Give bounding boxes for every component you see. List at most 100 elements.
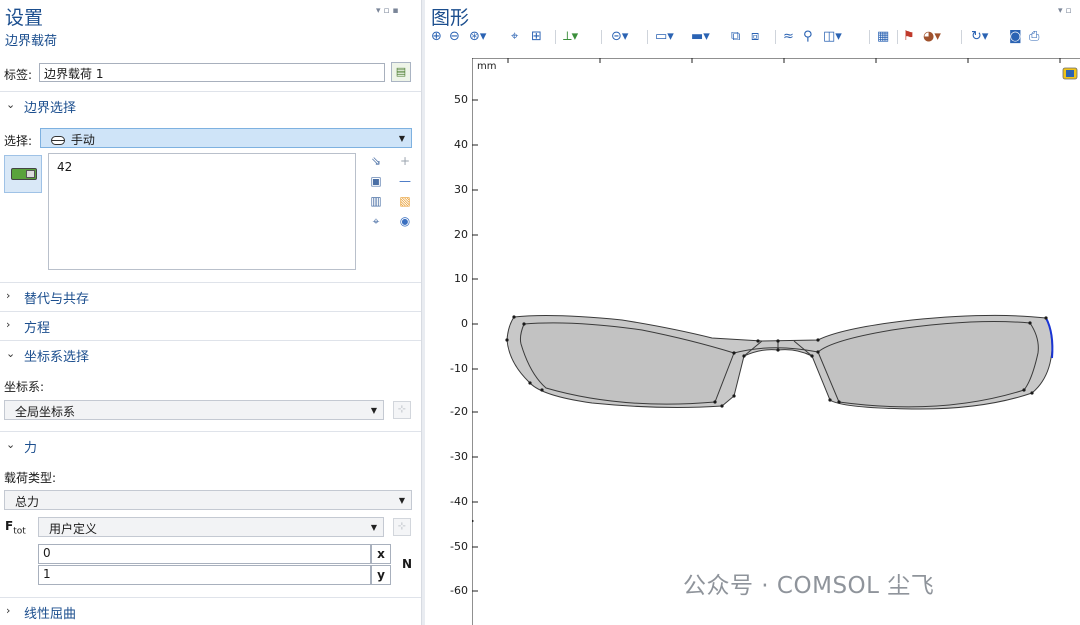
load-type-value: 总力 — [15, 495, 40, 509]
print-graphics-icon[interactable]: ⎙ — [1029, 27, 1039, 47]
axis-orientation-icon[interactable]: ⟂▾ — [563, 27, 578, 47]
print-icon[interactable]: ▬▾ — [691, 27, 710, 47]
select-box-icon[interactable]: ⧉ — [731, 27, 740, 47]
glasses-geometry — [505, 314, 1054, 410]
scene-light-icon[interactable]: ⚑ — [903, 27, 915, 47]
force-y-input[interactable]: 1 — [38, 565, 371, 585]
coord-settings-icon[interactable]: ⊹ — [393, 401, 411, 419]
copy-icon[interactable]: ▣ — [367, 173, 385, 189]
load-type-dropdown[interactable]: 总力 ▼ — [4, 490, 412, 510]
dropdown-arrow-icon: ▼ — [370, 523, 377, 532]
label-caption: 标签: — [4, 68, 33, 82]
clear-selection-icon[interactable]: ▧ — [396, 193, 414, 209]
panel-menu-icon[interactable]: ▾ ▫ ▪ — [376, 6, 398, 16]
y-axis-ticks — [472, 99, 478, 592]
zoom-in-icon[interactable]: ⊕ — [431, 27, 442, 47]
y-tick-label: 20 — [454, 228, 468, 241]
watermark-text: 公众号 · COMSOL 尘飞 — [683, 573, 935, 599]
graphics-title: 图形 — [431, 7, 470, 29]
build-icon[interactable]: ▭▾ — [655, 27, 674, 47]
x-axis-ticks — [507, 58, 1061, 63]
color-table-icon[interactable]: ◕▾ — [923, 27, 941, 47]
view-menu-icon[interactable]: ◫▾ — [823, 27, 842, 47]
y-tick-label: -20 — [450, 405, 468, 418]
remove-icon[interactable]: — — [396, 173, 414, 189]
reset-view-icon[interactable]: ↻▾ — [971, 27, 988, 47]
coord-value: 全局坐标系 — [15, 405, 76, 419]
clipboard-icon[interactable]: ▥ — [367, 193, 385, 209]
y-tick-label: -10 — [450, 362, 468, 375]
label-settings-icon[interactable]: ▤ — [391, 62, 411, 82]
y-tick-label: 50 — [454, 93, 468, 106]
y-tick-label: 10 — [454, 272, 468, 285]
add-icon[interactable]: + — [396, 153, 414, 169]
chevron-right-icon: › — [6, 289, 11, 302]
panel-subtitle: 边界载荷 — [5, 34, 58, 49]
y-tick-label: -60 — [450, 584, 468, 597]
chevron-down-icon: ⌄ — [6, 98, 16, 111]
section-linear-buckling[interactable]: › 线性屈曲 — [0, 597, 421, 625]
toggle-icon — [11, 168, 37, 180]
image-snapshot-icon[interactable]: ◙ — [1009, 27, 1022, 47]
section-label: 力 — [24, 441, 38, 456]
zoom-selected-icon[interactable]: ⌖ — [511, 27, 518, 47]
force-unit: N — [402, 557, 413, 571]
chevron-down-icon: ⌄ — [6, 438, 16, 451]
settings-panel: 设置 边界载荷 ▾ ▫ ▪ 标签: 边界载荷 1 ▤ ⌄ 边界选择 选择: 手动… — [0, 0, 421, 625]
graphics-toolbar: ⊕ ⊖ ⊛▾ ⌖ ⊞ ⟂▾ ⊝▾ ▭▾ ▬▾ ⧉ ⧈ ≈ ⚲ ◫▾ ▦ ⚑ ◕▾… — [429, 27, 1079, 47]
y-tick-label: 30 — [454, 183, 468, 196]
section-label: 坐标系选择 — [24, 350, 90, 365]
label-input[interactable]: 边界载荷 1 — [39, 63, 385, 82]
list-item[interactable]: 42 — [57, 160, 72, 174]
ftot-mode-value: 用户定义 — [49, 522, 98, 536]
show-icon[interactable]: ⚲ — [803, 27, 813, 47]
visibility-icon[interactable]: ◉ — [396, 213, 414, 229]
graphics-canvas[interactable]: mm — [472, 58, 1080, 625]
zoom-to-selection-icon[interactable]: ⌖ — [367, 213, 385, 229]
y-tick-label: -30 — [450, 450, 468, 463]
coord-system-dropdown[interactable]: 全局坐标系 ▼ — [4, 400, 384, 420]
select-boundaries-icon[interactable]: ⊝▾ — [611, 27, 628, 47]
zoom-extents-icon[interactable]: ⊞ — [531, 27, 542, 47]
chevron-right-icon: › — [6, 318, 11, 331]
y-tick-label: -40 — [450, 495, 468, 508]
section-label: 方程 — [24, 321, 51, 336]
zoom-box-icon[interactable]: ⊛▾ — [469, 27, 486, 47]
view-cube-icon[interactable] — [1062, 67, 1078, 80]
dropdown-arrow-icon: ▼ — [370, 406, 377, 415]
activate-selection-toggle[interactable] — [4, 155, 42, 193]
x-component-label: x — [371, 544, 391, 564]
y-tick-label: 40 — [454, 138, 468, 151]
deselect-box-icon[interactable]: ⧈ — [751, 27, 759, 47]
hide-icon[interactable]: ≈ — [783, 27, 794, 47]
y-tick-label: -50 — [450, 540, 468, 553]
section-label: 边界选择 — [24, 101, 77, 116]
ftot-label: Ftot — [5, 519, 26, 537]
selection-value: 手动 — [70, 133, 95, 147]
grid-icon[interactable]: ▦ — [877, 27, 889, 47]
coord-caption: 坐标系: — [4, 380, 45, 394]
ftot-mode-dropdown[interactable]: 用户定义 ▼ — [38, 517, 384, 537]
section-boundary-selection[interactable]: ⌄ 边界选择 — [0, 91, 421, 119]
section-override[interactable]: › 替代与共存 — [0, 282, 421, 310]
section-label: 线性屈曲 — [24, 607, 77, 622]
graphics-menu-icon[interactable]: ▾ ▫ — [1058, 6, 1071, 16]
force-x-input[interactable]: 0 — [38, 544, 371, 564]
panel-title: 设置 — [5, 7, 44, 29]
dropdown-arrow-icon: ▼ — [398, 134, 405, 143]
boundary-icon — [51, 136, 65, 145]
section-coord-selection[interactable]: ⌄ 坐标系选择 — [0, 340, 421, 368]
selection-list[interactable]: 42 — [48, 153, 356, 270]
y-component-label: y — [371, 565, 391, 585]
zoom-out-icon[interactable]: ⊖ — [449, 27, 460, 47]
selection-dropdown[interactable]: 手动 ▼ — [40, 128, 412, 148]
section-force[interactable]: ⌄ 力 — [0, 431, 421, 459]
axis-unit-label: mm — [477, 61, 496, 72]
chevron-right-icon: › — [6, 604, 11, 617]
load-type-caption: 载荷类型: — [4, 471, 57, 485]
ftot-settings-icon[interactable]: ⊹ — [393, 518, 411, 536]
selection-caption: 选择: — [4, 134, 33, 148]
paste-selection-icon[interactable]: ⇘ — [367, 153, 385, 169]
dropdown-arrow-icon: ▼ — [398, 496, 405, 505]
section-equation[interactable]: › 方程 — [0, 311, 421, 339]
